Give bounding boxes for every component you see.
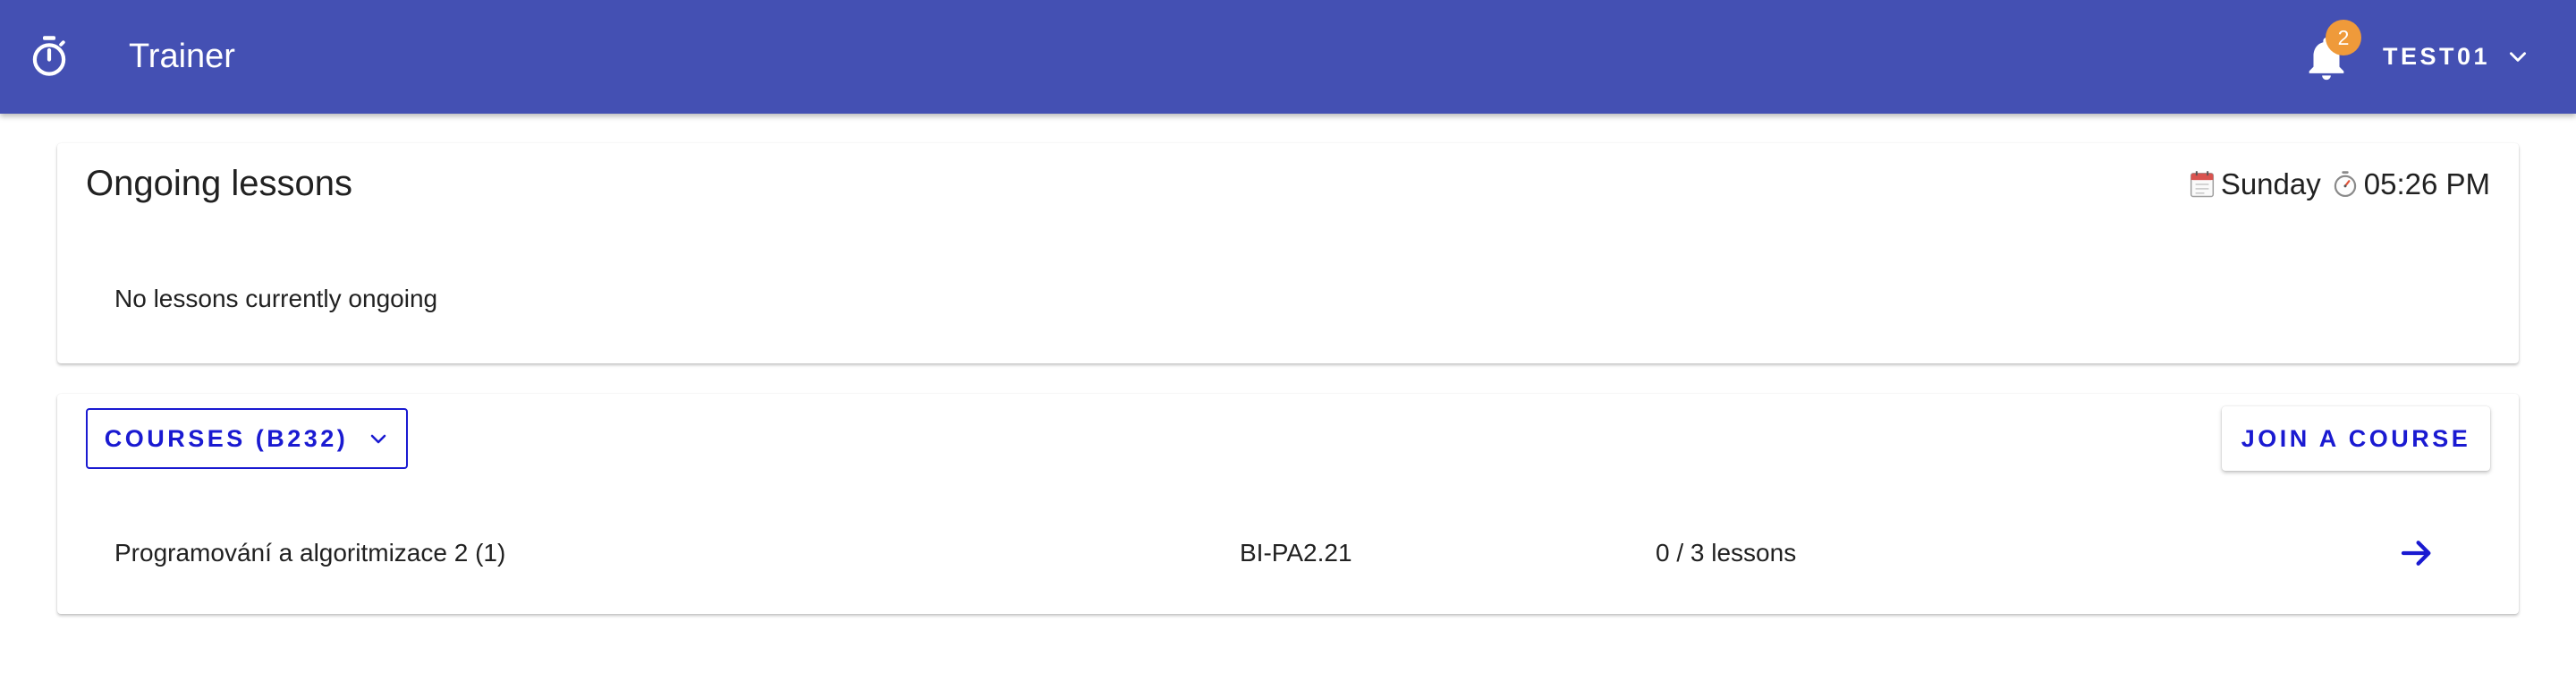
ongoing-lessons-card: Ongoing lessons Sunday 05:26 PM No lesso…	[57, 143, 2519, 363]
courses-card: COURSES (B232) JOIN A COURSE Programován…	[57, 394, 2519, 614]
course-row[interactable]: Programování a algoritmizace 2 (1) BI-PA…	[57, 519, 2519, 587]
chevron-down-icon	[2510, 52, 2527, 62]
stopwatch-icon	[2334, 171, 2356, 198]
courses-dropdown-label: COURSES (B232)	[104, 424, 349, 452]
app-title: Trainer	[129, 38, 235, 75]
calendar-icon	[2190, 171, 2214, 198]
course-code: BI-PA2.21	[1240, 539, 1352, 567]
chevron-down-icon	[370, 434, 386, 444]
app-bar: Trainer 2 TEST01	[0, 0, 2576, 114]
user-menu-button[interactable]: TEST01	[2383, 36, 2529, 77]
join-course-button[interactable]: JOIN A COURSE	[2222, 406, 2490, 471]
current-datetime: Sunday 05:26 PM	[2189, 165, 2490, 204]
course-lesson-count: 0 / 3 lessons	[1656, 539, 1797, 567]
current-time: 05:26 PM	[2363, 167, 2490, 200]
ongoing-lessons-title: Ongoing lessons	[86, 164, 352, 203]
no-lessons-message: No lessons currently ongoing	[114, 285, 438, 312]
stopwatch-icon[interactable]	[30, 34, 68, 79]
course-name: Programování a algoritmizace 2 (1)	[114, 539, 506, 567]
current-day: Sunday	[2220, 167, 2321, 200]
notification-badge: 2	[2326, 20, 2361, 55]
user-name: TEST01	[2383, 42, 2491, 70]
arrow-right-icon[interactable]	[2399, 535, 2435, 571]
courses-semester-dropdown[interactable]: COURSES (B232)	[86, 408, 408, 469]
